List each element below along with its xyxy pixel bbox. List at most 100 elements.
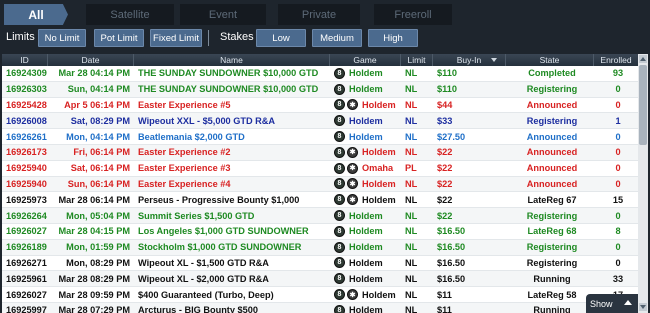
pot-limit-button[interactable]: Pot Limit xyxy=(94,29,144,47)
eight-ball-icon: 8 xyxy=(334,146,345,158)
tournament-game: 8 Holdem xyxy=(330,256,401,271)
tournament-name: Stockholm $1,000 GTD SUNDOWNER xyxy=(138,242,302,253)
game-label: Holdem xyxy=(349,115,383,126)
col-limit[interactable]: Limit xyxy=(401,54,433,66)
table-row[interactable]: 16925940 Sun, 06:14 PM Easter Experience #… xyxy=(2,176,638,193)
table-row[interactable]: 16924309 Mar 28 04:14 PM THE SUNDAY SUNDOW… xyxy=(2,66,638,82)
tournament-buyin: $16.50 xyxy=(437,242,466,253)
stakes-label: Stakes xyxy=(220,31,254,43)
tournament-date: Sat, 08:29 PM xyxy=(70,115,130,126)
bounty-icon: ✱ xyxy=(347,146,358,158)
table-row[interactable]: 16925940 Sat, 06:14 PM Easter Experience #… xyxy=(2,161,638,177)
tab-satellite[interactable]: Satellite xyxy=(86,4,174,25)
eight-ball-icon: 8 xyxy=(334,178,345,190)
tournament-name: Wipeout XL - $1,500 GTD R&A xyxy=(138,257,269,268)
table-row[interactable]: 16926303 Sun, 04:14 PM THE SUNDAY SUNDOWNE… xyxy=(2,81,638,98)
tournament-limit: PL xyxy=(405,163,417,174)
eight-ball-icon: 8 xyxy=(334,257,345,269)
col-name[interactable]: Name xyxy=(134,54,330,66)
tournament-id: 16926271 xyxy=(6,257,47,268)
tournament-id: 16926008 xyxy=(6,115,47,126)
tournament-state: Running xyxy=(533,273,571,284)
tournament-name: $400 Guaranteed (Turbo, Deep) xyxy=(138,289,274,300)
tournament-state: Registering xyxy=(526,115,578,126)
table-row[interactable]: 16926271 Mon, 08:29 PM Wipeout XL - $1,500… xyxy=(2,256,638,272)
table-row[interactable]: 16926027 Mar 28 04:15 PM Los Angeles $1,00… xyxy=(2,224,638,240)
table-row[interactable]: 16926027 Mar 28 09:59 PM $400 Guaranteed (… xyxy=(2,287,638,303)
tournament-date: Sun, 06:14 PM xyxy=(67,178,130,189)
table-row[interactable]: 16926189 Mon, 01:59 PM Stockholm $1,000 GT… xyxy=(2,239,638,256)
table-row[interactable]: 16926264 Mon, 05:04 PM Summit Series $1,50… xyxy=(2,208,638,224)
game-label: Holdem xyxy=(349,226,383,237)
tournament-limit: NL xyxy=(405,194,418,205)
tournament-state: LateReg 67 xyxy=(527,194,577,205)
tournament-date: Sun, 04:14 PM xyxy=(67,84,130,95)
scroll-thumb[interactable] xyxy=(639,65,647,145)
tournament-state: Announced xyxy=(526,131,578,142)
col-game[interactable]: Game xyxy=(330,54,401,66)
table-row[interactable]: 16925997 Mar 28 07:29 PM Arcturus - BIG Bo… xyxy=(2,302,638,313)
tournament-buyin: $33 xyxy=(437,115,453,126)
table-row[interactable]: 16926008 Sat, 08:29 PM Wipeout XXL - $5,00… xyxy=(2,113,638,130)
bounty-icon: ✱ xyxy=(347,178,358,190)
table-row[interactable]: 16926173 Fri, 06:14 PM Easter Experience #… xyxy=(2,144,638,161)
tournament-date: Sat, 06:14 PM xyxy=(70,163,130,174)
tournament-enrolled: 0 xyxy=(615,163,621,174)
tournament-id: 16926261 xyxy=(6,131,47,142)
show-toggle[interactable]: Show xyxy=(586,294,638,313)
eight-ball-icon: 8 xyxy=(334,162,345,174)
stakes-low-button[interactable]: Low xyxy=(256,29,306,47)
tournament-enrolled: 0 xyxy=(615,84,621,95)
eight-ball-icon: 8 xyxy=(334,131,345,143)
tournament-game: 8 Holdem xyxy=(330,129,401,144)
table-row[interactable]: 16925428 Apr 5 06:14 PM Easter Experience … xyxy=(2,98,638,114)
tab-private[interactable]: Private xyxy=(278,4,360,25)
tournament-game: 8 Holdem xyxy=(330,208,401,223)
col-date[interactable]: Date xyxy=(48,54,134,66)
eight-ball-icon: 8 xyxy=(334,273,345,285)
tournament-game: 8 ✱ Holdem xyxy=(330,98,401,113)
tab-all[interactable]: All xyxy=(4,4,68,25)
tournament-buyin: $22 xyxy=(437,194,453,205)
tournament-buyin: $22 xyxy=(437,178,453,189)
col-id[interactable]: ID xyxy=(2,54,48,66)
tournament-buyin: $22 xyxy=(437,163,453,174)
tournament-id: 16926027 xyxy=(6,226,47,237)
no-limit-button[interactable]: No Limit xyxy=(38,29,86,47)
eight-ball-icon: 8 xyxy=(334,289,345,301)
table-row[interactable]: 16926261 Mon, 04:14 PM Beatlemania $2,000 … xyxy=(2,129,638,145)
tournament-lobby: All Satellite Event Private Freeroll Lim… xyxy=(0,0,650,313)
scroll-up-icon[interactable] xyxy=(639,55,647,63)
scroll-down-icon[interactable] xyxy=(639,303,647,311)
tournament-name: Easter Experience #5 xyxy=(138,99,231,110)
col-buyin[interactable]: Buy-In xyxy=(433,54,506,66)
game-label: Holdem xyxy=(362,147,396,158)
tournament-id: 16926027 xyxy=(6,289,47,300)
tournament-state: Registering xyxy=(526,84,578,95)
tournament-limit: NL xyxy=(405,99,418,110)
tournament-date: Mar 28 07:29 PM xyxy=(58,305,131,313)
tournament-name: Wipeout XXL - $5,000 GTD R&A xyxy=(138,115,276,126)
table-row[interactable]: 16925973 Mar 28 06:14 PM Perseus - Progres… xyxy=(2,192,638,209)
col-state[interactable]: State xyxy=(506,54,594,66)
tournament-limit: NL xyxy=(405,305,418,313)
tab-freeroll[interactable]: Freeroll xyxy=(374,4,452,25)
tournament-enrolled: 0 xyxy=(615,210,621,221)
tournament-enrolled: 93 xyxy=(612,68,624,79)
stakes-medium-button[interactable]: Medium xyxy=(312,29,362,47)
tournament-state: LateReg 68 xyxy=(527,226,577,237)
vertical-scrollbar[interactable] xyxy=(638,54,648,313)
game-label: Holdem xyxy=(362,289,396,300)
game-label: Holdem xyxy=(362,178,396,189)
tournament-state: Registering xyxy=(526,242,578,253)
fixed-limit-button[interactable]: Fixed Limit xyxy=(150,29,202,47)
stakes-high-button[interactable]: High xyxy=(368,29,418,47)
col-enrolled[interactable]: Enrolled xyxy=(594,54,638,66)
tournament-id: 16925940 xyxy=(6,163,47,174)
tournament-id: 16926189 xyxy=(6,242,47,253)
tournament-id: 16925428 xyxy=(6,99,47,110)
tab-event[interactable]: Event xyxy=(180,4,266,25)
tournament-buyin: $44 xyxy=(437,99,453,110)
tournament-name: Summit Series $1,500 GTD xyxy=(138,210,255,221)
table-row[interactable]: 16925961 Mar 28 08:29 PM Wipeout XL - $2,0… xyxy=(2,271,638,288)
